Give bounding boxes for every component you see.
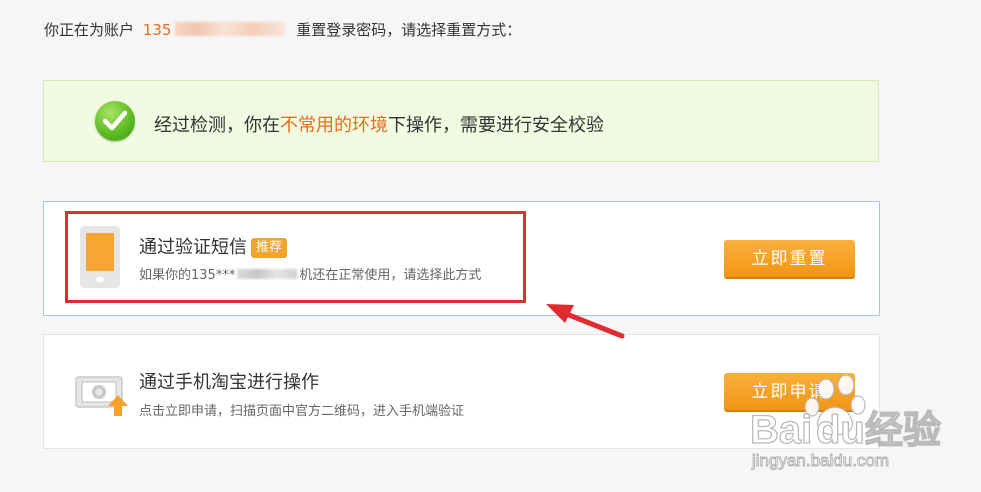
notice-text-before: 经过检测，你在 (154, 115, 280, 136)
taobao-option-title: 通过手机淘宝进行操作 (139, 372, 319, 393)
watermark-brand: Bai (750, 408, 812, 452)
masked-account-blur (175, 22, 286, 36)
account-line: 你正在为账户 135 重置登录密码，请选择重置方式： (44, 19, 521, 40)
reset-now-button[interactable]: 立即重置 (724, 240, 855, 279)
notice-text: 经过检测，你在不常用的环境下操作，需要进行安全校验 (154, 111, 604, 137)
watermark-url: jingyan.baidu.com (751, 451, 889, 470)
notice-text-highlight: 不常用的环境 (280, 115, 388, 136)
check-icon (95, 101, 135, 141)
notice-text-after: 下操作，需要进行安全校验 (388, 115, 604, 136)
annotation-arrow-icon (546, 304, 625, 339)
security-notice: 经过检测，你在不常用的环境下操作，需要进行安全校验 (43, 80, 879, 162)
account-suffix: 重置登录密码，请选择重置方式： (296, 21, 522, 39)
qr-upload-icon (75, 376, 128, 416)
taobao-option-desc: 点击立即申请，扫描页面中官方二维码，进入手机端验证 (139, 404, 465, 419)
annotation-highlight-box (65, 211, 526, 303)
baidu-jingyan-watermark: Bai du 经验 jingyan.baidu.com (750, 375, 942, 470)
account-prefix: 你正在为账户 (44, 21, 135, 39)
account-number: 135 (142, 21, 172, 39)
watermark-brand2: du (816, 408, 865, 452)
watermark-cn: 经验 (865, 408, 941, 452)
